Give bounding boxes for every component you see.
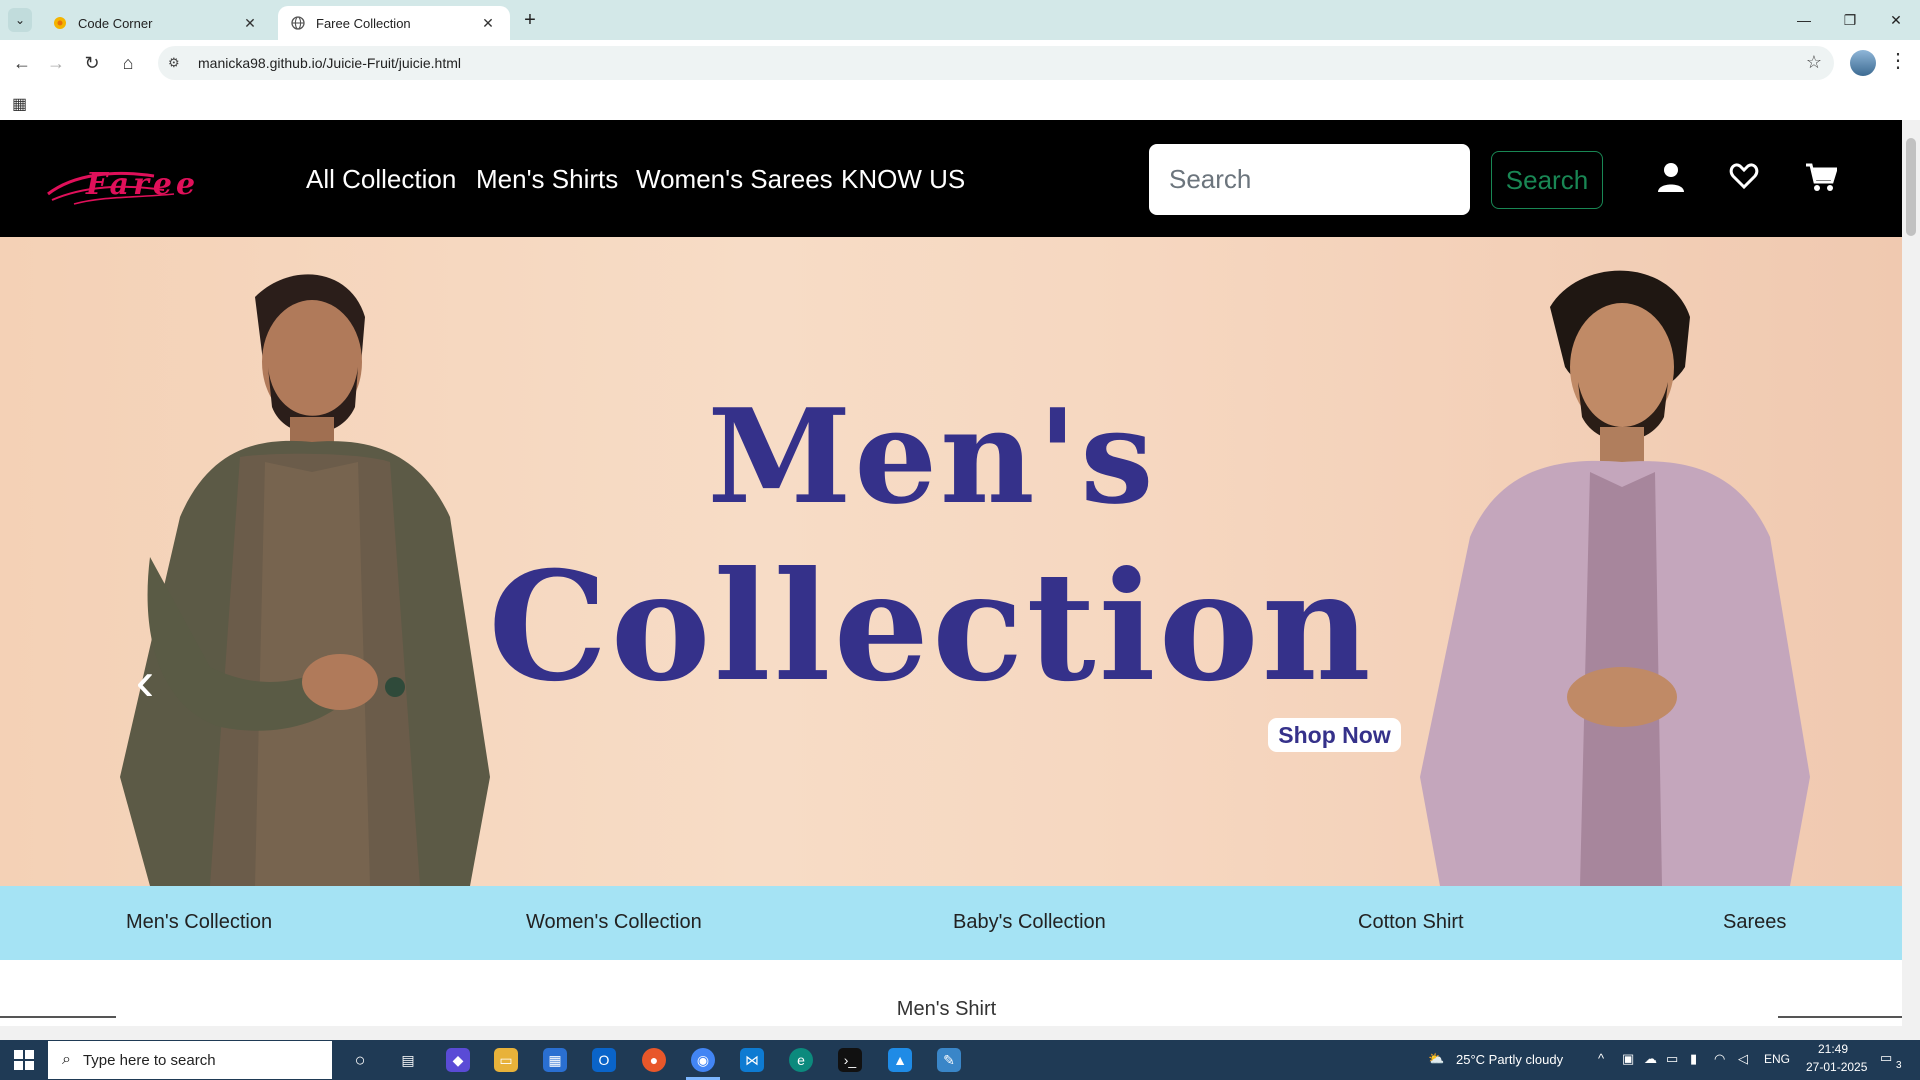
url-text: manicka98.github.io/Juicie-Fruit/juicie.…	[198, 55, 461, 71]
onedrive-icon[interactable]: ☁	[1644, 1051, 1657, 1067]
address-bar[interactable]: ⚙ manicka98.github.io/Juicie-Fruit/juici…	[158, 46, 1834, 80]
taskbar-search-placeholder: Type here to search	[82, 1051, 216, 1069]
horizontal-scrollbar[interactable]	[0, 1026, 1920, 1040]
new-tab-button[interactable]: +	[518, 8, 542, 32]
notification-icon[interactable]: ▭	[1880, 1050, 1892, 1066]
paint-icon[interactable]: ✎	[937, 1048, 961, 1072]
category-mens-collection[interactable]: Men's Collection	[126, 911, 272, 934]
tab-faree-collection[interactable]: Faree Collection ✕	[278, 6, 510, 40]
scrollbar-thumb[interactable]	[1906, 138, 1916, 236]
search-input[interactable]	[1149, 144, 1470, 215]
profile-avatar[interactable]	[1850, 50, 1876, 76]
browser-tab-strip: ⌄ Code Corner ✕ Faree Collection ✕ + — ❐…	[0, 0, 1920, 40]
chrome-icon[interactable]: ◉	[691, 1048, 715, 1072]
wifi-icon[interactable]: ◠	[1714, 1051, 1725, 1067]
clock-date[interactable]: 27-01-2025	[1806, 1060, 1867, 1074]
close-window-icon[interactable]: ✕	[1873, 6, 1919, 34]
meet-now-icon[interactable]: ▣	[1622, 1051, 1634, 1067]
category-bar: Men's Collection Women's Collection Baby…	[0, 886, 1902, 960]
tab-code-corner[interactable]: Code Corner ✕	[40, 6, 272, 40]
hero-carousel: ‹ Men's Collection Shop Now	[0, 237, 1902, 886]
tab-title: Faree Collection	[316, 15, 411, 31]
task-view-circle-icon[interactable]: ○	[348, 1048, 372, 1072]
file-explorer-icon[interactable]: ▭	[494, 1048, 518, 1072]
clock-time[interactable]: 21:49	[1818, 1042, 1848, 1056]
nav-womens-sarees[interactable]: Women's Sarees	[636, 164, 833, 195]
vertical-scrollbar[interactable]	[1902, 120, 1920, 1026]
code-corner-favicon-icon	[52, 15, 68, 31]
display-icon[interactable]: ▭	[1666, 1051, 1678, 1067]
weather-icon[interactable]: ⛅	[1428, 1051, 1444, 1067]
site-logo[interactable]: Faree	[44, 164, 250, 206]
browser-menu-icon[interactable]: ⋮	[1888, 48, 1908, 73]
hero-model-right-image	[1420, 270, 1810, 886]
nav-mens-shirts[interactable]: Men's Shirts	[476, 164, 618, 195]
user-icon[interactable]	[1657, 162, 1685, 200]
tab-close-icon[interactable]: ✕	[480, 15, 496, 31]
copilot-icon[interactable]: ◆	[446, 1048, 470, 1072]
edge-icon[interactable]: e	[789, 1048, 813, 1072]
tab-close-icon[interactable]: ✕	[242, 15, 258, 31]
back-icon[interactable]: ←	[8, 49, 36, 77]
tab-title: Code Corner	[78, 15, 153, 31]
svg-text:Faree: Faree	[85, 167, 199, 202]
section-divider-right	[1778, 1016, 1902, 1018]
terminal-icon[interactable]: ›_	[838, 1048, 862, 1072]
browser-toolbar: ← → ↻ ⌂ ⚙ manicka98.github.io/Juicie-Fru…	[0, 40, 1920, 86]
cart-icon[interactable]	[1805, 162, 1839, 200]
nav-all-collection[interactable]: All Collection	[306, 164, 456, 195]
weather-text[interactable]: 25°C Partly cloudy	[1456, 1052, 1563, 1067]
tab-search-menu-button[interactable]: ⌄	[8, 8, 32, 32]
microsoft-store-icon[interactable]: ▦	[543, 1048, 567, 1072]
nav-know-us[interactable]: KNOW US	[841, 164, 965, 195]
home-icon[interactable]: ⌂	[114, 49, 142, 77]
windows-start-icon[interactable]	[14, 1050, 34, 1070]
heart-icon[interactable]	[1729, 162, 1759, 198]
shop-now-button[interactable]: Shop Now	[1268, 718, 1401, 752]
tray-overflow-icon[interactable]: ^	[1598, 1051, 1604, 1066]
globe-favicon-icon	[290, 15, 306, 31]
minimize-icon[interactable]: —	[1781, 6, 1827, 34]
search-icon: ⌕	[62, 1051, 71, 1068]
volume-icon[interactable]: ◁	[1738, 1051, 1748, 1067]
category-womens-collection[interactable]: Women's Collection	[526, 911, 702, 934]
section-title: Men's Shirt	[896, 998, 997, 1020]
reload-icon[interactable]: ↻	[78, 49, 106, 77]
photos-icon[interactable]: ▲	[888, 1048, 912, 1072]
category-sarees[interactable]: Sarees	[1723, 911, 1786, 934]
category-babys-collection[interactable]: Baby's Collection	[953, 911, 1106, 934]
category-cotton-shirt[interactable]: Cotton Shirt	[1358, 911, 1464, 934]
bookmarks-bar: ▦	[0, 86, 1920, 120]
taskbar-search-box[interactable]: ⌕ Type here to search	[48, 1041, 332, 1079]
forward-icon[interactable]: →	[42, 49, 70, 77]
battery-icon[interactable]: ▮	[1690, 1051, 1697, 1067]
site-info-icon[interactable]: ⚙	[168, 55, 188, 71]
firefox-icon[interactable]: ●	[642, 1048, 666, 1072]
windows-taskbar: ⌕ Type here to search ○ ▤ ◆ ▭ ▦ O ● ◉ ⋈ …	[0, 1040, 1920, 1080]
outlook-icon[interactable]: O	[592, 1048, 616, 1072]
vscode-icon[interactable]: ⋈	[740, 1048, 764, 1072]
task-view-icon[interactable]: ▤	[396, 1048, 420, 1072]
page-viewport: Faree All Collection Men's Shirts Women'…	[0, 120, 1920, 1026]
site-header: Faree All Collection Men's Shirts Women'…	[0, 120, 1902, 237]
notification-count: 3	[1896, 1060, 1902, 1071]
bookmark-star-icon[interactable]: ☆	[1806, 52, 1822, 73]
language-indicator[interactable]: ENG	[1764, 1052, 1790, 1066]
restore-icon[interactable]: ❐	[1827, 6, 1873, 34]
apps-grid-icon[interactable]: ▦	[12, 94, 27, 114]
search-button[interactable]: Search	[1491, 151, 1603, 209]
